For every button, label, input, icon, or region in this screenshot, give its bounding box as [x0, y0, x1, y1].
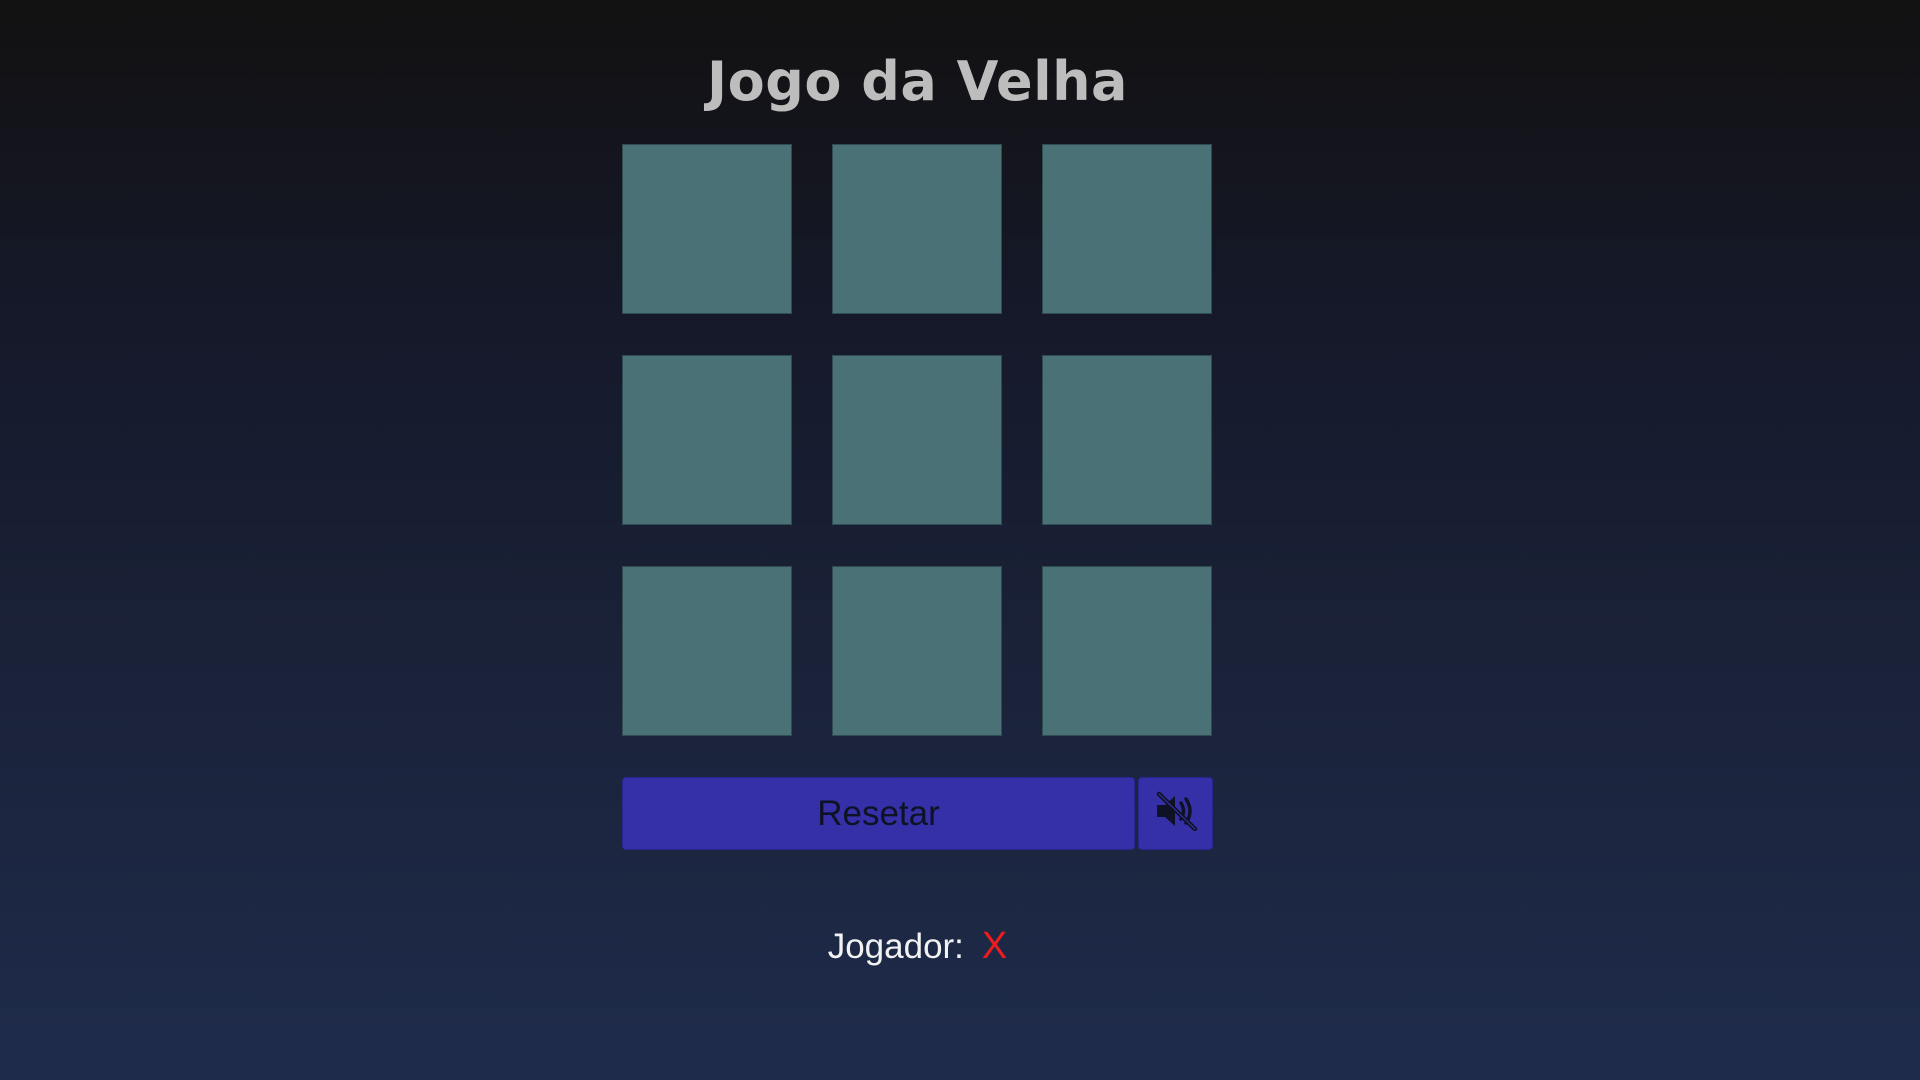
turn-status: Jogador: X — [0, 925, 1835, 968]
board-cell-5[interactable] — [832, 355, 1002, 525]
board-cell-4[interactable] — [622, 355, 792, 525]
status-label: Jogador: — [827, 927, 964, 966]
page-title: Jogo da Velha — [707, 50, 1128, 114]
current-player: X — [981, 925, 1008, 967]
board-cell-8[interactable] — [832, 566, 1002, 736]
board-cell-9[interactable] — [1042, 566, 1212, 736]
game-board — [622, 144, 1213, 736]
mute-toggle-button[interactable] — [1138, 777, 1213, 850]
board-cell-3[interactable] — [1042, 144, 1212, 314]
speaker-muted-icon — [1153, 791, 1199, 836]
board-cell-1[interactable] — [622, 144, 792, 314]
board-cell-2[interactable] — [832, 144, 1002, 314]
board-cell-6[interactable] — [1042, 355, 1212, 525]
reset-button[interactable]: Resetar — [622, 777, 1135, 850]
controls-bar: Resetar — [622, 777, 1213, 850]
board-cell-7[interactable] — [622, 566, 792, 736]
